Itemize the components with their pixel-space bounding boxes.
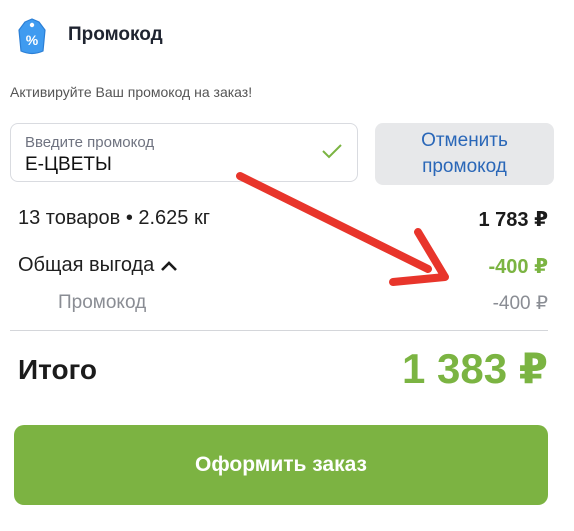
cancel-promo-button[interactable]: Отменить промокод xyxy=(375,123,554,185)
cancel-promo-label: Отменить промокод xyxy=(421,130,508,177)
checkout-button-label: Оформить заказ xyxy=(194,453,367,476)
discount-tag-icon: % xyxy=(18,18,46,55)
benefit-toggle[interactable]: Общая выгода xyxy=(18,254,178,277)
promo-input-value[interactable]: Е-ЦВЕТЫ xyxy=(25,154,112,176)
check-icon xyxy=(322,144,342,159)
divider xyxy=(10,330,548,331)
chevron-up-icon[interactable] xyxy=(160,260,178,272)
items-price: 1 783 ₽ xyxy=(478,209,548,231)
section-title: Промокод xyxy=(68,24,163,45)
total-value: 1 383 ₽ xyxy=(402,345,548,392)
promo-discount-label: Промокод xyxy=(58,292,147,313)
checkout-button[interactable]: Оформить заказ xyxy=(14,425,548,505)
benefit-label: Общая выгода xyxy=(18,254,155,276)
promo-hint-text: Активируйте Ваш промокод на заказ! xyxy=(10,84,253,100)
items-count-weight: 13 товаров • 2.625 кг xyxy=(18,207,211,229)
promo-input-label: Введите промокод xyxy=(25,134,155,151)
promo-code-input[interactable]: Введите промокод Е-ЦВЕТЫ xyxy=(10,123,358,182)
promo-discount-value: -400 ₽ xyxy=(492,293,548,314)
benefit-value: -400 ₽ xyxy=(488,256,548,278)
total-label: Итого xyxy=(18,354,97,385)
svg-text:%: % xyxy=(26,32,39,48)
